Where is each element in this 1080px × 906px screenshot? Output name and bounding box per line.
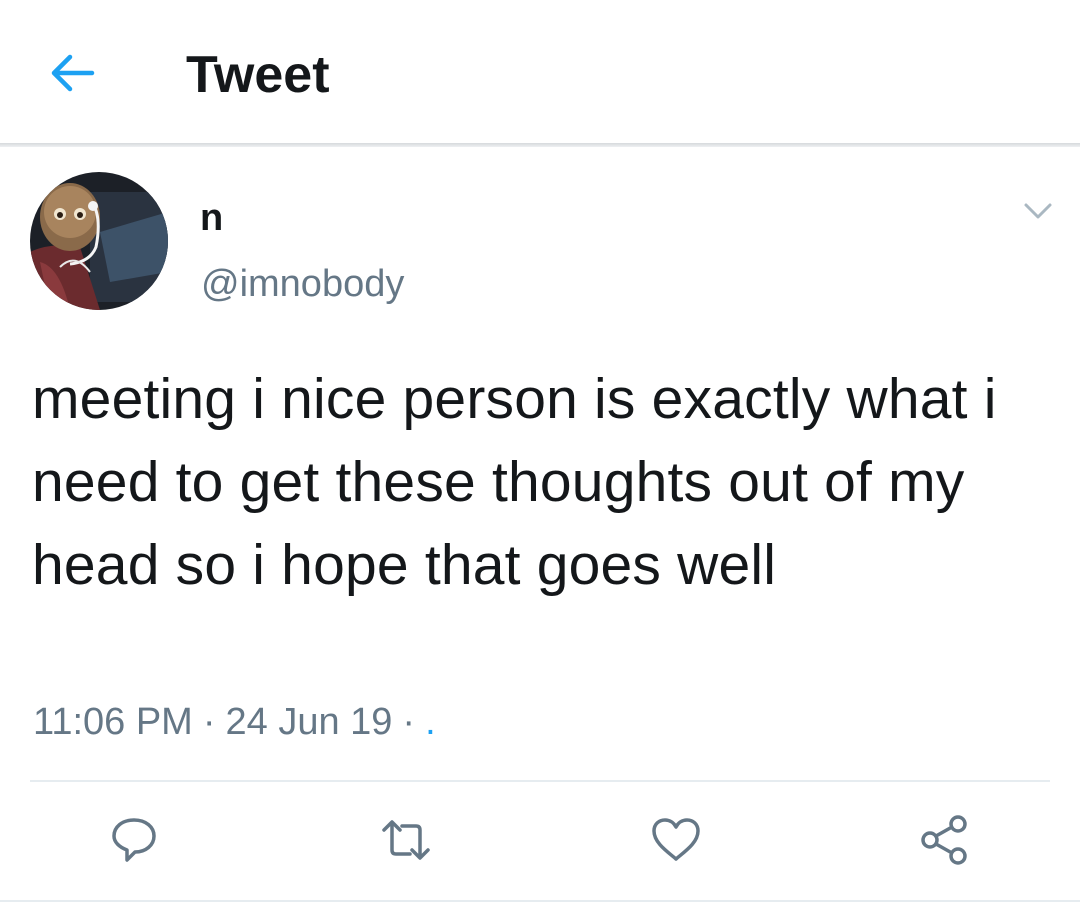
avatar-image [30, 172, 168, 310]
tweet-menu-button[interactable] [1018, 196, 1058, 226]
tweet-source-link[interactable]: . [425, 701, 436, 743]
like-button[interactable] [648, 812, 704, 868]
reply-button[interactable] [106, 812, 162, 868]
top-app-bar: Tweet [0, 0, 1080, 143]
avatar[interactable] [30, 172, 168, 310]
bottom-divider [0, 900, 1080, 902]
tweet-text: meeting i nice person is exactly what i … [32, 367, 997, 597]
back-button[interactable] [46, 50, 98, 96]
page-title: Tweet [186, 46, 330, 104]
meta-separator: · [202, 701, 216, 743]
chevron-down-icon [1024, 203, 1052, 219]
meta-separator: · [402, 701, 416, 743]
reply-icon [112, 818, 156, 862]
arrow-left-icon [51, 54, 95, 92]
tweet-meta: 11:06 PM · 24 Jun 19 ·. [33, 700, 436, 744]
share-button[interactable] [918, 812, 974, 868]
author-display-name[interactable]: n [200, 196, 223, 240]
tweet-time: 11:06 PM [33, 701, 193, 743]
retweet-icon [382, 820, 430, 860]
author-handle[interactable]: @imnobody [201, 262, 404, 306]
actions-divider [30, 780, 1050, 782]
heart-icon [652, 818, 700, 861]
tweet-date: 24 Jun 19 [225, 701, 393, 743]
header-divider [0, 143, 1080, 147]
share-icon [921, 815, 967, 865]
retweet-button[interactable] [378, 812, 434, 868]
